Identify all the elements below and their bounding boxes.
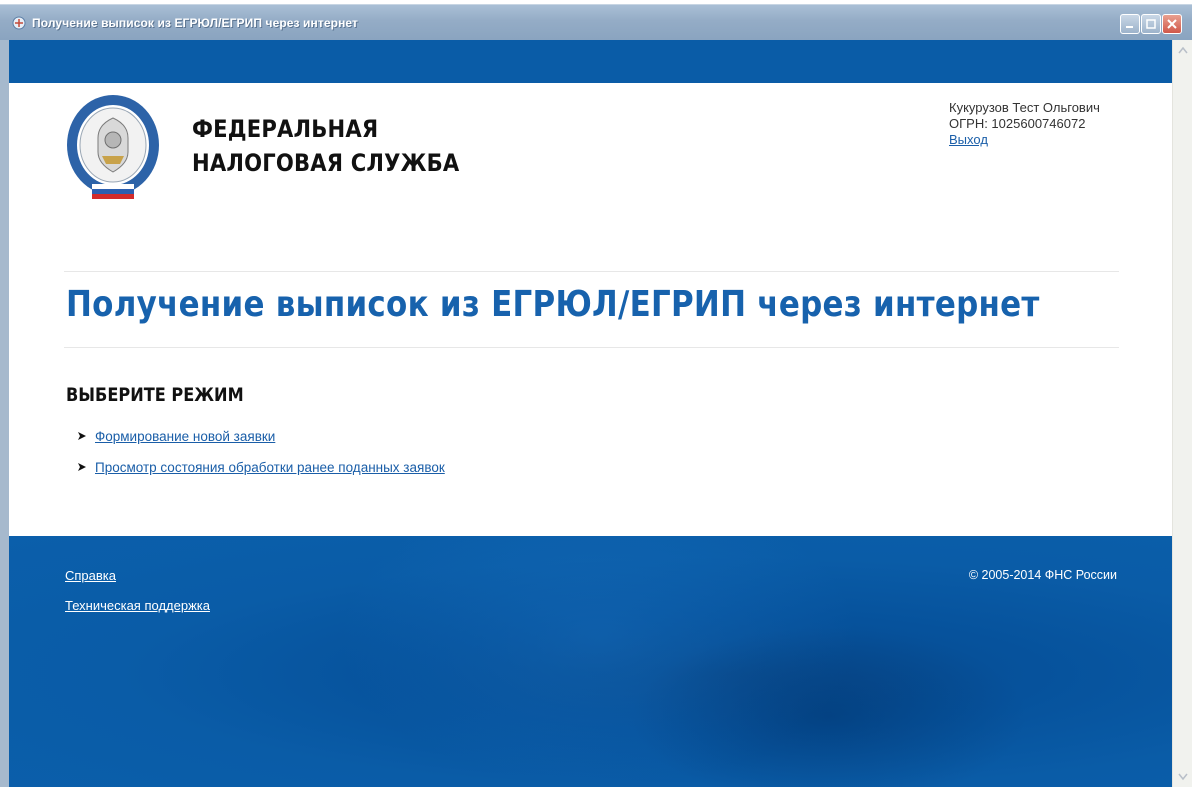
- page-footer: Справка Техническая поддержка © 2005-201…: [9, 536, 1172, 787]
- copyright-text: © 2005-2014 ФНС России: [968, 568, 1117, 582]
- logo-line1: ФЕДЕРАЛЬНАЯ: [192, 115, 379, 143]
- scroll-up-button[interactable]: [1175, 42, 1191, 58]
- fns-logo-text: ФЕДЕРАЛЬНАЯ НАЛОГОВАЯ СЛУЖБА: [192, 112, 459, 180]
- user-panel: Кукурузов Тест Ольгович ОГРН: 1025600746…: [949, 100, 1100, 148]
- window-frame-left: [0, 40, 9, 787]
- list-item: Формирование новой заявки: [77, 428, 445, 444]
- help-link[interactable]: Справка: [65, 568, 210, 583]
- footer-links: Справка Техническая поддержка: [65, 568, 210, 628]
- footer-shadow: [629, 626, 1029, 787]
- arrow-bullet-icon: [77, 461, 89, 473]
- mode-list: Формирование новой заявки Просмотр состо…: [77, 428, 445, 490]
- logo-line2: НАЛОГОВАЯ СЛУЖБА: [192, 149, 460, 177]
- page-title: Получение выписок из ЕГРЮЛ/ЕГРИП через и…: [66, 284, 1040, 325]
- minimize-icon: [1126, 26, 1133, 28]
- window-controls: [1120, 14, 1182, 34]
- arrow-bullet-icon: [77, 430, 89, 442]
- scroll-down-button[interactable]: [1175, 769, 1191, 785]
- close-icon: [1167, 19, 1177, 29]
- fns-emblem-icon: [67, 95, 159, 199]
- divider-top: [64, 271, 1119, 272]
- close-button[interactable]: [1162, 14, 1182, 34]
- list-item: Просмотр состояния обработки ранее подан…: [77, 459, 445, 475]
- chevron-up-icon: [1178, 46, 1188, 54]
- request-status-link[interactable]: Просмотр состояния обработки ранее подан…: [95, 460, 445, 475]
- browser-app-icon: [12, 16, 26, 30]
- window-titlebar[interactable]: Получение выписок из ЕГРЮЛ/ЕГРИП через и…: [0, 4, 1192, 40]
- vertical-scrollbar[interactable]: [1172, 40, 1192, 787]
- maximize-icon: [1146, 19, 1156, 29]
- user-name: Кукурузов Тест Ольгович: [949, 100, 1100, 115]
- maximize-button[interactable]: [1141, 14, 1161, 34]
- divider-bottom: [64, 347, 1119, 348]
- chevron-down-icon: [1178, 773, 1188, 781]
- logout-link[interactable]: Выход: [949, 132, 988, 147]
- user-ogrn: ОГРН: 1025600746072: [949, 116, 1086, 131]
- new-request-link[interactable]: Формирование новой заявки: [95, 429, 275, 444]
- page-content: ФЕДЕРАЛЬНАЯ НАЛОГОВАЯ СЛУЖБА Кукурузов Т…: [9, 40, 1172, 787]
- window-title: Получение выписок из ЕГРЮЛ/ЕГРИП через и…: [32, 15, 359, 30]
- minimize-button[interactable]: [1120, 14, 1140, 34]
- section-heading: ВЫБЕРИТЕ РЕЖИМ: [66, 384, 244, 406]
- tech-support-link[interactable]: Техническая поддержка: [65, 598, 210, 613]
- top-blue-band: [9, 40, 1172, 83]
